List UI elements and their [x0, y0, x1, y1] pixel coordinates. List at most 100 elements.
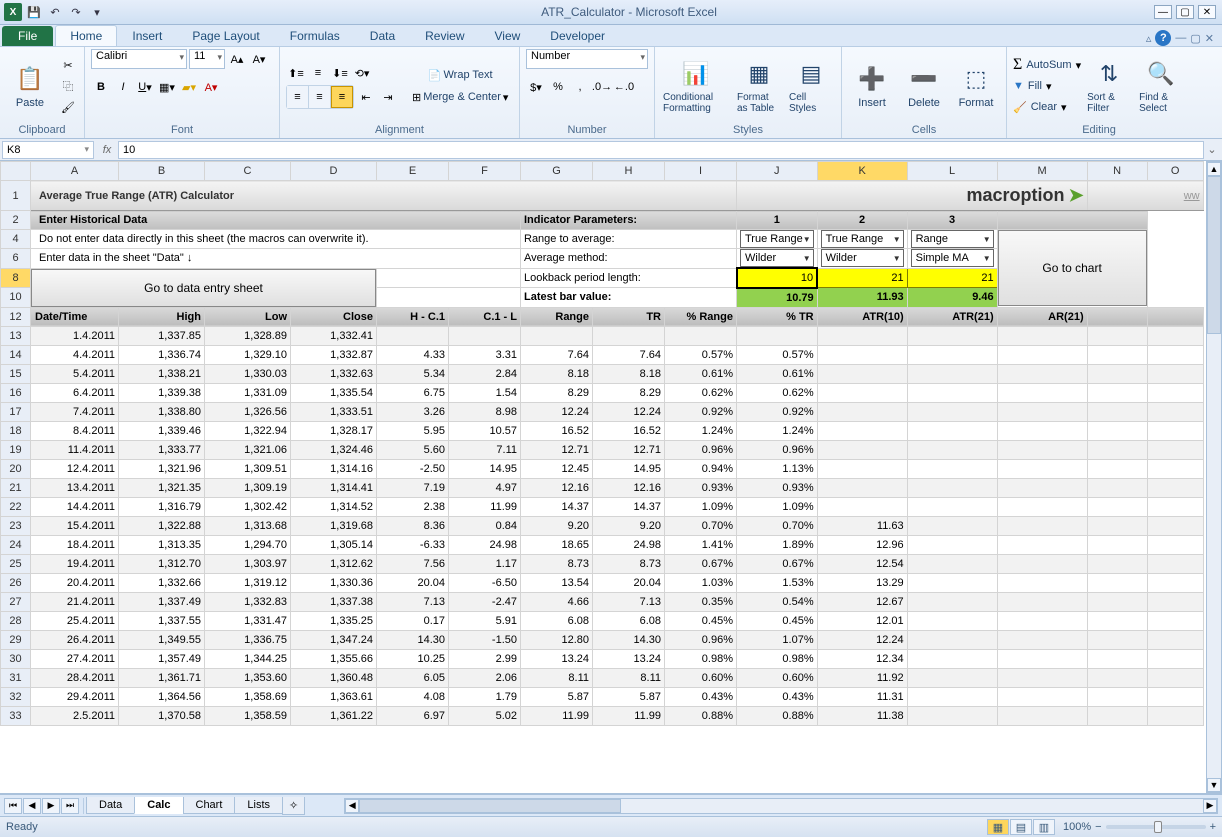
table-cell[interactable]: 0.60%	[665, 668, 737, 687]
table-cell[interactable]: 14.37	[593, 497, 665, 516]
insert-cell-button[interactable]: ➕Insert	[848, 62, 896, 111]
tab-home[interactable]: Home	[55, 25, 117, 46]
doc-restore-icon[interactable]: ▢	[1190, 32, 1200, 45]
table-cell[interactable]: 1,319.68	[291, 516, 377, 535]
table-cell[interactable]: 6.75	[377, 383, 449, 402]
table-cell[interactable]: 1,303.97	[205, 554, 291, 573]
table-cell[interactable]: 1,358.69	[205, 687, 291, 706]
decrease-indent-icon[interactable]: ⇤	[356, 87, 376, 107]
table-cell[interactable]: 14.95	[593, 459, 665, 478]
table-cell[interactable]: 0.57%	[665, 345, 737, 364]
table-cell[interactable]: 1.4.2011	[31, 326, 119, 345]
row-header-2[interactable]: 2	[1, 211, 31, 230]
table-cell[interactable]: 0.93%	[737, 478, 818, 497]
hscroll-thumb[interactable]	[359, 799, 621, 813]
row-header-32[interactable]: 32	[1, 687, 31, 706]
table-cell[interactable]: 7.4.2011	[31, 402, 119, 421]
table-cell[interactable]: 5.91	[449, 611, 521, 630]
table-cell[interactable]: 1,336.75	[205, 630, 291, 649]
table-cell[interactable]: 5.4.2011	[31, 364, 119, 383]
font-size-combo[interactable]: 11	[189, 49, 225, 69]
table-cell[interactable]: 3.31	[449, 345, 521, 364]
table-cell[interactable]	[449, 326, 521, 345]
doc-close-icon[interactable]: ✕	[1205, 32, 1214, 45]
table-cell[interactable]: 1.89%	[737, 535, 818, 554]
avg-dropdown-2[interactable]: Wilder	[817, 249, 907, 269]
table-cell[interactable]: 26.4.2011	[31, 630, 119, 649]
table-cell[interactable]: 13.24	[521, 649, 593, 668]
table-cell[interactable]: 1,314.16	[291, 459, 377, 478]
row-header-6[interactable]: 6	[1, 249, 31, 269]
col-header-B[interactable]: B	[119, 162, 205, 181]
table-cell[interactable]: 0.70%	[737, 516, 818, 535]
decrease-font-icon[interactable]: A▾	[249, 49, 269, 69]
table-cell[interactable]: 14.95	[449, 459, 521, 478]
format-cell-button[interactable]: ⬚Format	[952, 62, 1000, 111]
table-cell[interactable]: 1,337.85	[119, 326, 205, 345]
col-header-O[interactable]: O	[1147, 162, 1203, 181]
delete-cell-button[interactable]: ➖Delete	[900, 62, 948, 111]
table-cell[interactable]: 11.99	[593, 706, 665, 725]
table-cell[interactable]: 1,328.17	[291, 421, 377, 440]
table-cell[interactable]: 6.08	[593, 611, 665, 630]
table-cell[interactable]: 7.64	[521, 345, 593, 364]
align-left-icon[interactable]: ≡	[287, 86, 309, 108]
table-cell[interactable]: 4.08	[377, 687, 449, 706]
table-cell[interactable]: 5.34	[377, 364, 449, 383]
col-header-L[interactable]: L	[907, 162, 997, 181]
table-cell[interactable]: 5.95	[377, 421, 449, 440]
row-header-30[interactable]: 30	[1, 649, 31, 668]
sheet-tab-calc[interactable]: Calc	[134, 797, 183, 814]
scroll-up-icon[interactable]: ▲	[1207, 162, 1221, 176]
table-cell[interactable]: 1.54	[449, 383, 521, 402]
table-cell[interactable]: 8.29	[521, 383, 593, 402]
table-cell[interactable]: 1,331.09	[205, 383, 291, 402]
table-cell[interactable]: 0.45%	[737, 611, 818, 630]
table-cell[interactable]: 14.37	[521, 497, 593, 516]
italic-button[interactable]: I	[113, 77, 133, 97]
table-cell[interactable]: 13.54	[521, 573, 593, 592]
table-cell[interactable]: 1.24%	[665, 421, 737, 440]
row-header-19[interactable]: 19	[1, 440, 31, 459]
number-format-combo[interactable]: Number	[526, 49, 648, 69]
table-cell[interactable]: 1,319.12	[205, 573, 291, 592]
table-cell[interactable]: 24.98	[449, 535, 521, 554]
table-cell[interactable]: 1,344.25	[205, 649, 291, 668]
table-cell[interactable]: 14.30	[377, 630, 449, 649]
table-cell[interactable]: 1,332.63	[291, 364, 377, 383]
row-header-4[interactable]: 4	[1, 230, 31, 249]
table-cell[interactable]: 11.63	[817, 516, 907, 535]
table-cell[interactable]: 2.38	[377, 497, 449, 516]
col-header-M[interactable]: M	[997, 162, 1087, 181]
table-cell[interactable]: 18.65	[521, 535, 593, 554]
table-cell[interactable]: 0.88%	[737, 706, 818, 725]
table-cell[interactable]: 1,321.96	[119, 459, 205, 478]
table-cell[interactable]: 11.4.2011	[31, 440, 119, 459]
view-break-icon[interactable]: ▥	[1033, 819, 1055, 835]
tab-first-icon[interactable]: ⏮	[4, 798, 22, 814]
table-cell[interactable]: 8.98	[449, 402, 521, 421]
table-cell[interactable]: 0.98%	[737, 649, 818, 668]
table-cell[interactable]: 1,328.89	[205, 326, 291, 345]
table-cell[interactable]: 0.96%	[665, 440, 737, 459]
table-cell[interactable]: 1.03%	[665, 573, 737, 592]
col-header-K[interactable]: K	[817, 162, 907, 181]
file-tab[interactable]: File	[2, 26, 53, 46]
table-cell[interactable]	[817, 345, 907, 364]
table-cell[interactable]: 1,326.56	[205, 402, 291, 421]
zoom-in-button[interactable]: +	[1210, 821, 1216, 833]
row-header-15[interactable]: 15	[1, 364, 31, 383]
bold-button[interactable]: B	[91, 77, 111, 97]
table-cell[interactable]: 2.84	[449, 364, 521, 383]
currency-icon[interactable]: $▾	[526, 77, 546, 97]
table-cell[interactable]: 8.11	[521, 668, 593, 687]
cell-styles-button[interactable]: ▤Cell Styles	[787, 57, 835, 116]
table-cell[interactable]: 0.88%	[665, 706, 737, 725]
fill-button[interactable]: ▼Fill ▾	[1013, 77, 1081, 96]
table-cell[interactable]: 5.60	[377, 440, 449, 459]
table-cell[interactable]: 3.26	[377, 402, 449, 421]
conditional-formatting-button[interactable]: 📊Conditional Formatting	[661, 57, 731, 116]
row-header-23[interactable]: 23	[1, 516, 31, 535]
increase-indent-icon[interactable]: ⇥	[378, 87, 398, 107]
table-cell[interactable]: 5.87	[593, 687, 665, 706]
